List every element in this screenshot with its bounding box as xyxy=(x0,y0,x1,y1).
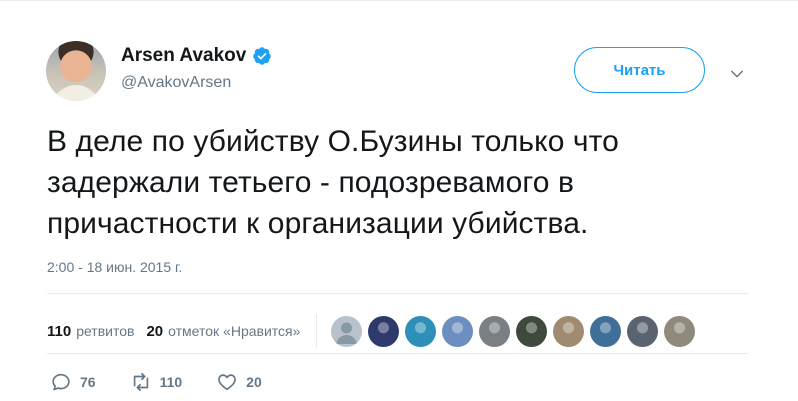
liker-avatar[interactable] xyxy=(627,315,659,347)
retweets-stat[interactable]: 110 ретвитов xyxy=(47,323,134,340)
liker-avatar[interactable] xyxy=(368,315,400,347)
stats-separator xyxy=(316,314,318,348)
tweet-card: Arsen Avakov @AvakovArsen Читать В деле … xyxy=(0,0,798,401)
retweet-count: 110 xyxy=(159,374,183,390)
like-count: 20 xyxy=(246,374,262,390)
chevron-down-icon[interactable] xyxy=(728,65,746,83)
avatar-shoulders xyxy=(52,85,100,101)
retweets-count: 110 xyxy=(47,322,72,340)
likers-avatars xyxy=(331,315,696,347)
divider xyxy=(47,293,748,294)
liker-avatar[interactable] xyxy=(479,315,511,347)
author-avatar[interactable] xyxy=(46,41,106,101)
liker-avatar[interactable] xyxy=(590,315,622,347)
author-name-row[interactable]: Arsen Avakov xyxy=(121,44,272,68)
retweet-icon xyxy=(133,372,148,392)
tweet-actions: 76 110 20 xyxy=(50,371,296,393)
likes-stat[interactable]: 20 отметок «Нравится» xyxy=(146,323,300,340)
author-info: Arsen Avakov @AvakovArsen xyxy=(121,44,272,93)
liker-avatar[interactable] xyxy=(553,315,585,347)
tweet-timestamp[interactable]: 2:00 - 18 июн. 2015 г. xyxy=(47,258,182,276)
liker-avatar[interactable] xyxy=(516,315,548,347)
tweet-stats: 110 ретвитов 20 отметок «Нравится» xyxy=(47,314,696,348)
default-avatar-icon[interactable] xyxy=(331,315,363,347)
reply-icon xyxy=(52,373,70,391)
follow-button[interactable]: Читать xyxy=(574,47,705,93)
reply-button[interactable]: 76 xyxy=(50,371,96,393)
divider xyxy=(47,353,748,354)
likes-label: отметок «Нравится» xyxy=(168,322,301,339)
likes-count: 20 xyxy=(146,322,164,340)
like-button[interactable]: 20 xyxy=(216,371,262,393)
tweet-text: В деле по убийству О.Бузины только что з… xyxy=(47,125,619,240)
verified-badge-icon xyxy=(253,47,272,65)
author-display-name[interactable]: Arsen Avakov xyxy=(121,44,246,68)
liker-avatar[interactable] xyxy=(405,315,437,347)
liker-avatar[interactable] xyxy=(664,315,696,347)
retweet-button[interactable]: 110 xyxy=(130,371,183,393)
author-handle[interactable]: @AvakovArsen xyxy=(121,73,272,93)
liker-avatar[interactable] xyxy=(442,315,474,347)
reply-count: 76 xyxy=(80,374,96,390)
heart-icon xyxy=(218,374,237,391)
retweets-label: ретвитов xyxy=(76,322,135,339)
